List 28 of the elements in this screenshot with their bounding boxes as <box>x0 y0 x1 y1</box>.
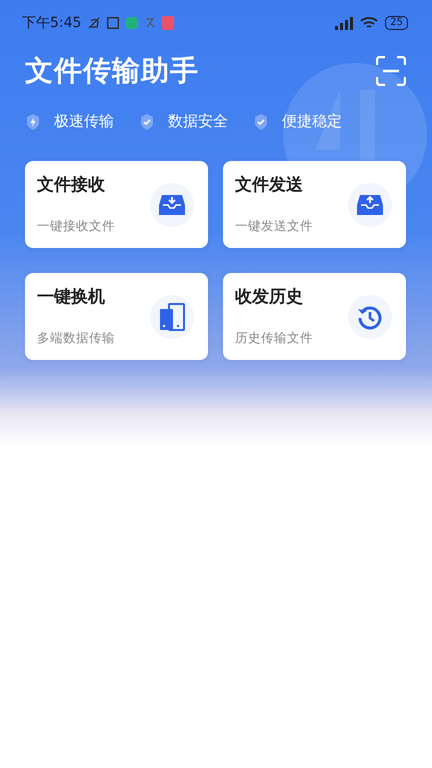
inbox-upload-icon <box>357 192 383 216</box>
muted-bell-icon <box>88 17 100 29</box>
feature-card[interactable]: 文件接收 一键接收文件 <box>25 161 208 248</box>
card-title: 收发历史 <box>235 286 304 308</box>
inbox-download-icon <box>159 192 185 216</box>
devices-icon <box>159 302 185 330</box>
card-title: 文件接收 <box>37 174 106 196</box>
card-title: 一键换机 <box>37 286 106 308</box>
feature-label: 数据安全 <box>168 112 228 131</box>
lightning-icon <box>26 114 40 130</box>
card-title: 文件发送 <box>235 174 304 196</box>
history-icon <box>357 304 383 330</box>
wifi-icon <box>360 16 378 30</box>
shield-check-icon <box>254 114 268 130</box>
feature-label: 便捷稳定 <box>282 112 342 131</box>
card-subtitle: 多端数据传输 <box>37 330 115 347</box>
feature-card[interactable]: 文件发送 一键发送文件 <box>223 161 406 248</box>
battery-icon: 25 <box>385 16 408 30</box>
shield-check-icon <box>140 114 154 130</box>
feature-card[interactable]: 收发历史 历史传输文件 <box>223 273 406 360</box>
feature-card[interactable]: 一键换机 多端数据传输 <box>25 273 208 360</box>
card-subtitle: 历史传输文件 <box>235 330 313 347</box>
feature-label: 极速传输 <box>54 112 114 131</box>
app-title: 文件传输助手 <box>25 53 199 89</box>
card-subtitle: 一键接收文件 <box>37 218 115 235</box>
card-subtitle: 一键发送文件 <box>235 218 313 235</box>
status-time: 下午5:45 <box>22 14 82 32</box>
scan-icon[interactable] <box>376 56 406 86</box>
